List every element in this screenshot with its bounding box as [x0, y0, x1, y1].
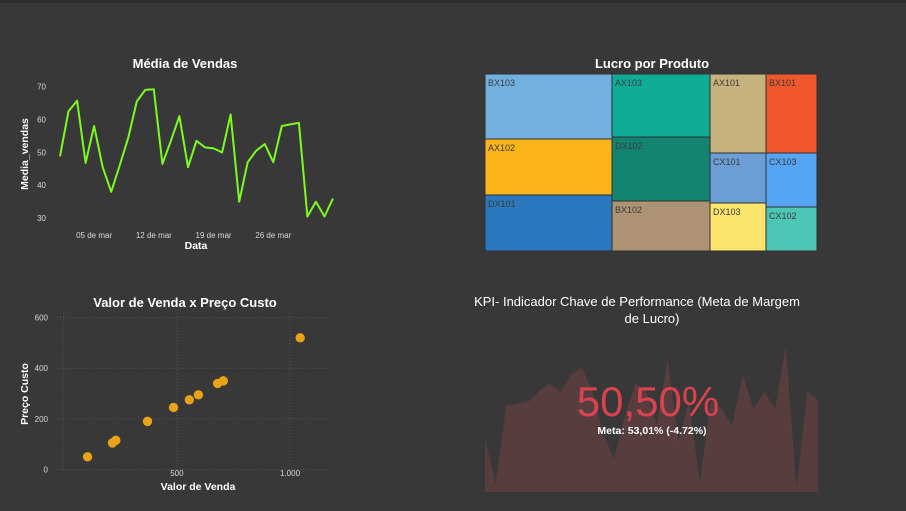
treemap-tile-label: BX102: [615, 205, 642, 215]
treemap-tile-label: AX103: [615, 78, 642, 88]
kpi-title-line2: de Lucro): [625, 311, 680, 326]
y-axis-label: Preço Custo: [19, 363, 31, 425]
treemap-tile-label: CX102: [769, 211, 797, 221]
y-tick-label: 50: [37, 148, 46, 157]
treemap-title: Lucro por Produto: [595, 56, 709, 71]
treemap-tile-label: AX101: [713, 78, 740, 88]
x-tick-label: 26 de mar: [255, 231, 291, 240]
kpi-card: KPI- Indicador Chave de Performance (Met…: [460, 285, 906, 506]
treemap-tile-label: AX102: [488, 143, 515, 153]
scatter-chart-title: Valor de Venda x Preço Custo: [93, 295, 277, 310]
y-tick-label: 200: [35, 415, 49, 424]
x-axis-label: Valor de Venda: [161, 481, 236, 493]
kpi-goal: Meta: 53,01% (-4.72%): [597, 425, 706, 437]
line-chart: Média de Vendas 30 40 50 60 70 05 de mar 12 de …: [0, 40, 460, 260]
treemap-tile-label: DX103: [713, 207, 741, 217]
scatter-point: [295, 333, 304, 342]
y-tick-label: 0: [44, 465, 49, 474]
treemap-tile-label: CX103: [769, 157, 797, 167]
treemap-chart: Lucro por Produto BX103 AX102 DX101 AX103 DX1…: [460, 40, 906, 260]
x-tick-label: 12 de mar: [136, 231, 172, 240]
scatter-point: [185, 395, 194, 404]
y-tick-label: 70: [37, 83, 46, 92]
y-tick-label: 600: [35, 314, 49, 323]
treemap-tile-label: BX101: [769, 78, 796, 88]
x-axis-label: Data: [185, 240, 208, 252]
y-axis-label: Media_vendas: [19, 118, 31, 190]
scatter-point: [169, 403, 178, 412]
scatter-point: [83, 452, 92, 461]
treemap-tile-label: BX103: [488, 78, 515, 88]
y-tick-label: 400: [35, 364, 49, 373]
line-chart-title: Média de Vendas: [133, 56, 238, 71]
x-tick-label: 500: [170, 469, 184, 478]
scatter-point: [111, 436, 120, 445]
y-tick-label: 30: [37, 214, 46, 223]
x-tick-label: 1.000: [280, 469, 301, 478]
treemap-tile-label: DX101: [488, 199, 516, 209]
scatter-chart: Valor de Venda x Preço Custo 0 200 400 600 50…: [0, 285, 460, 506]
x-tick-label: 05 de mar: [76, 231, 112, 240]
y-tick-label: 60: [37, 115, 46, 124]
scatter-point: [143, 417, 152, 426]
kpi-panel: KPI- Indicador Chave de Performance (Met…: [460, 285, 906, 506]
treemap-tile-label: CX101: [713, 157, 741, 167]
scatter-point: [194, 390, 203, 399]
kpi-title-line1: KPI- Indicador Chave de Performance (Met…: [474, 294, 800, 309]
kpi-value: 50,50%: [577, 378, 719, 425]
scatter-point: [219, 376, 228, 385]
y-tick-label: 40: [37, 181, 46, 190]
treemap-tile-label: DX102: [615, 141, 643, 151]
treemap-panel: Lucro por Produto BX103 AX102 DX101 AX103 DX1…: [460, 40, 906, 260]
scatter-chart-panel: Valor de Venda x Preço Custo 0 200 400 600 50…: [0, 285, 460, 506]
top-border: [0, 0, 906, 3]
series-line: [60, 89, 333, 216]
line-chart-panel: Média de Vendas 30 40 50 60 70 05 de mar 12 de …: [0, 40, 460, 260]
x-tick-label: 19 de mar: [196, 231, 232, 240]
